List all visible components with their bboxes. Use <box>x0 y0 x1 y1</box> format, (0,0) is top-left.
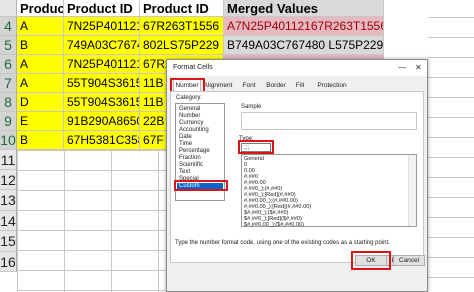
cell-merged[interactable]: B749A03C767480 L575P229 <box>224 36 384 55</box>
header-product[interactable]: Product <box>17 0 64 17</box>
row-number[interactable]: 8 <box>0 93 17 112</box>
cell-product[interactable]: A <box>17 55 64 74</box>
cell-product-id-1[interactable]: 67H5381C358 <box>64 131 140 150</box>
row-number[interactable]: 5 <box>0 36 17 55</box>
category-item[interactable]: Currency <box>179 120 223 127</box>
header-product-id-1[interactable]: Product ID <box>64 0 140 17</box>
row-header[interactable] <box>0 0 17 17</box>
cell-product[interactable]: B <box>17 36 64 55</box>
cell-product[interactable]: D <box>17 93 64 112</box>
tab-font[interactable]: Font <box>239 78 259 92</box>
number-panel: Category: General Number Currency Accoun… <box>170 91 424 266</box>
cell-product-id-1[interactable]: 7N25P401121 <box>64 17 140 36</box>
row-number[interactable]: 14 <box>0 211 17 231</box>
row-number[interactable]: 10 <box>0 131 17 150</box>
sample-box <box>241 112 417 130</box>
tab-alignment[interactable]: Alignment <box>202 78 234 92</box>
highlight-type-input <box>238 140 274 154</box>
cell-product-id-1[interactable]: 91B290A8650 <box>64 112 140 131</box>
cancel-button[interactable]: Cancel <box>393 255 425 266</box>
row-number[interactable]: 16 <box>0 252 17 272</box>
cell-product-id-2[interactable]: 67R263T1556 <box>140 17 224 36</box>
tab-border[interactable]: Border <box>264 78 288 92</box>
cell-product-id-1[interactable]: 7N25P401121 <box>64 55 140 74</box>
row-number[interactable]: 4 <box>0 17 17 36</box>
tab-protection[interactable]: Protection <box>315 78 349 92</box>
header-merged-values[interactable]: Merged Values <box>224 0 384 17</box>
category-item[interactable]: Text <box>179 169 223 176</box>
category-item[interactable]: Number <box>179 113 223 120</box>
category-item[interactable]: Date <box>179 134 223 141</box>
row-number[interactable]: 11 <box>0 150 17 170</box>
category-item[interactable]: General <box>179 106 223 113</box>
cell-product-id-1[interactable]: 55T904S3615 <box>64 93 140 112</box>
row-number[interactable]: 7 <box>0 74 17 93</box>
row-number[interactable]: 13 <box>0 190 17 211</box>
dialog-titlebar: Format Cells — ✕ <box>167 60 427 76</box>
cell-product[interactable]: A <box>17 17 64 36</box>
cell-merged[interactable]: A7N25P40112167R263T1556 <box>224 17 384 36</box>
format-code-list[interactable]: General 0 0.00 #,##0 #,##0.00 #,##0_);(#… <box>241 154 417 228</box>
empty-grid <box>17 150 167 292</box>
close-icon[interactable]: ✕ <box>415 63 422 72</box>
highlight-ok <box>351 251 391 270</box>
format-cells-dialog: Format Cells — ✕ Number Alignment Font B… <box>166 59 428 292</box>
category-item[interactable]: Percentage <box>179 148 223 155</box>
row-number[interactable]: 15 <box>0 231 17 252</box>
tab-fill[interactable]: Fill <box>293 78 307 92</box>
empty-grid-right <box>428 17 474 292</box>
cell-product-id-2[interactable]: 802LS75P229 <box>140 36 224 55</box>
category-item[interactable]: Time <box>179 141 223 148</box>
row-number[interactable]: 12 <box>0 170 17 190</box>
format-item[interactable]: $#,##0.00_);($#,##0.00) <box>244 222 304 228</box>
hint-text: Type the number format code, using one o… <box>175 240 390 246</box>
category-label: Category: <box>176 95 203 101</box>
cell-product-id-1[interactable]: 55T904S3615 <box>64 74 140 93</box>
cell-product[interactable]: B <box>17 131 64 150</box>
format-list-scrollbar[interactable] <box>408 155 416 226</box>
highlight-custom <box>174 180 228 191</box>
cell-product-id-1[interactable]: 749A03C7674 <box>64 36 140 55</box>
category-item[interactable]: Accounting <box>179 127 223 134</box>
cell-product[interactable]: E <box>17 112 64 131</box>
cell-product[interactable]: A <box>17 74 64 93</box>
row-number[interactable]: 6 <box>0 55 17 74</box>
header-product-id-2[interactable]: Product ID <box>140 0 224 17</box>
minimize-icon[interactable]: — <box>398 63 406 72</box>
row-number[interactable]: 9 <box>0 112 17 131</box>
dialog-title: Format Cells <box>173 64 213 71</box>
category-item[interactable]: Scientific <box>179 162 223 169</box>
category-item[interactable]: Fraction <box>179 155 223 162</box>
sample-label: Sample <box>241 104 262 110</box>
